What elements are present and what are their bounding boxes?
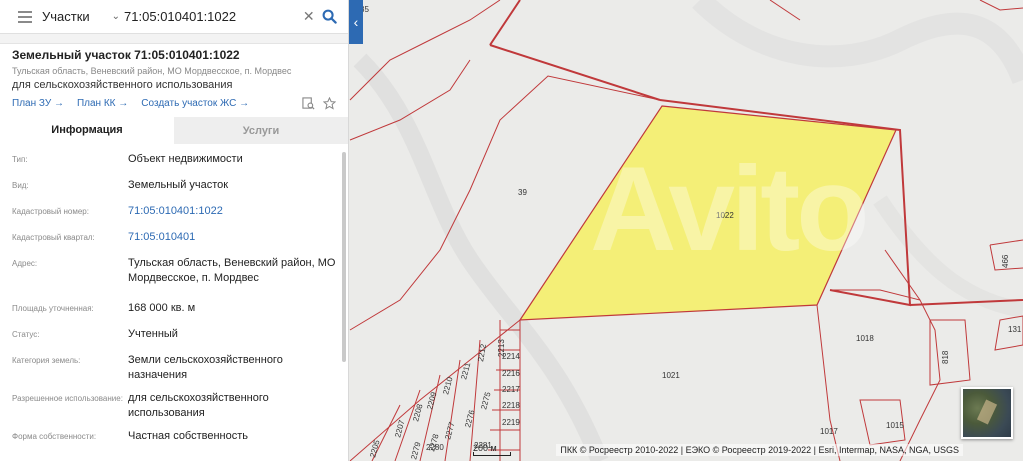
create-plot-link[interactable]: Создать участок ЖС → [141,98,249,109]
search-bar: Участки ⌄ ✕ [0,0,348,34]
info-row: Форма собственности: Частная собственнос… [0,428,348,454]
sidebar: Участки ⌄ ✕ Земельный участок 71:05:0104… [0,0,349,461]
clear-icon[interactable]: ✕ [300,8,317,25]
info-row: Площадь уточненная: 168 000 кв. м [0,300,348,326]
tab-services[interactable]: Услуги [174,117,348,144]
plot-label: 2214 [502,352,520,361]
star-icon[interactable] [323,97,336,110]
cadastral-number-link[interactable]: 71:05:010401:1022 [128,203,337,219]
info-value: 168 000 кв. м [128,302,196,314]
info-table: Тип: Объект недвижимости Вид: Земельный … [0,151,348,454]
info-key: Площадь уточненная: [12,304,94,313]
sidebar-scrollbar[interactable] [342,152,346,362]
basemap-switch-button[interactable] [961,387,1013,439]
tabs: Информация Услуги [0,117,348,144]
info-key: Вид: [12,181,29,190]
search-input[interactable] [124,3,301,30]
info-key: Тип: [12,155,28,164]
info-row: Статус: Учтенный [0,326,348,352]
plot-label: 2280 [426,443,444,452]
plot-label: 1022 [716,211,734,220]
info-value: для сельскохозяйственного использования [128,392,269,419]
plot-label: 2217 [502,385,520,394]
plot-label: 1021 [662,371,680,380]
search-document-icon[interactable] [302,97,315,110]
object-usage: для сельскохозяйственного использования [12,79,233,91]
info-value: Земельный участок [128,179,229,191]
info-key: Кадастровый номер: [12,207,89,216]
search-button[interactable] [318,4,342,30]
search-type-label: Участки [41,9,90,24]
plot-label: 1015 [886,421,904,430]
info-row: Вид: Земельный участок [0,177,348,203]
tab-information[interactable]: Информация [0,117,174,144]
plot-label: 2218 [502,401,520,410]
info-value: Частная собственность [128,430,249,442]
info-value: Тульская область, Веневский район, МО Мо… [128,257,336,284]
info-row: Разрешенное использование: для сельскохо… [0,390,348,428]
info-value: Объект недвижимости [128,153,243,165]
plan-zu-link[interactable]: План ЗУ → [12,98,64,109]
cadastral-quarter-link[interactable]: 71:05:010401 [128,229,337,245]
info-key: Форма собственности: [12,432,97,441]
info-row: Категория земель: Земли сельскохозяйстве… [0,352,348,390]
search-divider [0,34,348,44]
info-row: Кадастровый квартал: 71:05:010401 [0,229,348,255]
info-key: Адрес: [12,259,38,268]
plot-label: 1018 [856,334,874,343]
plot-label: 39 [518,188,527,197]
info-value: Земли сельскохозяйственного назначения [128,354,283,381]
plan-kk-link[interactable]: План КК → [77,98,128,109]
hamburger-menu-icon[interactable] [18,10,32,23]
scale-bar [473,452,511,456]
plot-label: 131 [1008,325,1022,334]
info-value: Учтенный [128,328,178,340]
plot-label: 2216 [502,369,520,378]
info-row: Тип: Объект недвижимости [0,151,348,177]
object-address: Тульская область, Веневский район, МО Мо… [12,66,292,76]
plot-label: 2219 [502,418,520,427]
object-header: Земельный участок 71:05:010401:1022 Туль… [0,44,348,110]
plot-label: 818 [941,350,950,364]
search-type-select[interactable]: Участки ⌄ [42,9,120,24]
info-row: Адрес: Тульская область, Веневский район… [0,255,348,300]
info-key: Категория земель: [12,356,81,365]
info-key: Кадастровый квартал: [12,233,95,242]
object-title: Земельный участок 71:05:010401:1022 [12,48,240,62]
plot-label: 1017 [820,427,838,436]
search-icon [322,9,337,24]
action-links: План ЗУ → План КК → Создать участок ЖС → [12,97,336,110]
info-key: Статус: [12,330,40,339]
info-key: Разрешенное использование: [12,394,123,403]
chevron-down-icon: ⌄ [111,11,121,22]
map-attribution: ПКК © Росреестр 2010-2022 | ЕЭКО © Росре… [556,444,963,456]
info-row: Кадастровый номер: 71:05:010401:1022 [0,203,348,229]
plot-label: 466 [1001,254,1010,268]
collapse-sidebar-button[interactable]: ‹ [349,0,363,44]
